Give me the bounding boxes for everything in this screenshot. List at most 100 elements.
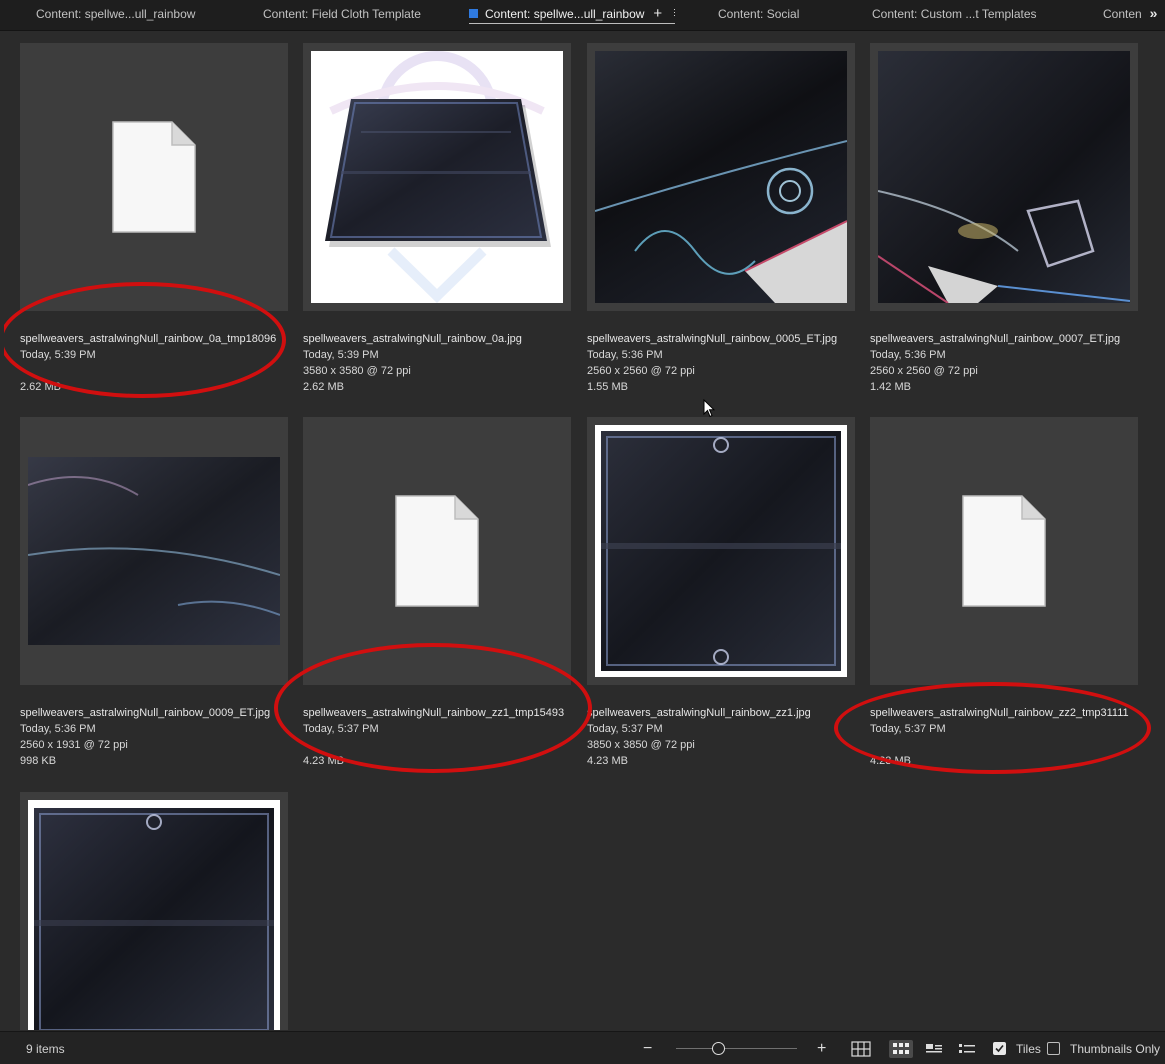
asset-filesize: 1.55 MB [587, 381, 628, 393]
asset-tile[interactable]: spellweavers_astralwingNull_rainbow_0a.j… [303, 43, 571, 403]
rug-texture-graphic [28, 457, 280, 645]
asset-filesize: 4.23 MB [303, 755, 344, 767]
asset-metadata: spellweavers_astralwingNull_rainbow_0005… [587, 331, 877, 395]
asset-thumbnail[interactable] [303, 43, 571, 311]
asset-tile[interactable] [20, 792, 288, 1030]
asset-tile[interactable]: spellweavers_astralwingNull_rainbow_zz1_… [303, 417, 571, 777]
asset-tile[interactable]: spellweavers_astralwingNull_rainbow_0005… [587, 43, 855, 403]
asset-date: Today, 5:37 PM [870, 723, 946, 735]
asset-filesize: 1.42 MB [870, 381, 911, 393]
tiles-label: Tiles [1016, 1042, 1041, 1056]
grid-view-button[interactable] [889, 1040, 913, 1058]
asset-dimensions [870, 737, 1160, 753]
asset-date: Today, 5:37 PM [587, 723, 663, 735]
asset-filename: spellweavers_astralwingNull_rainbow_zz2_… [870, 707, 1129, 719]
rug-flat-portrait-image [28, 800, 280, 1030]
asset-date: Today, 5:39 PM [20, 349, 96, 361]
asset-filename: spellweavers_astralwingNull_rainbow_zz1.… [587, 707, 811, 719]
list-view-button[interactable] [955, 1040, 979, 1058]
zoom-slider-handle[interactable] [711, 1042, 725, 1055]
asset-thumbnail[interactable] [587, 417, 855, 685]
tab-content-field-cloth-template[interactable]: Content: Field Cloth Template [263, 0, 463, 28]
asset-dimensions: 2560 x 2560 @ 72 ppi [870, 365, 978, 377]
asset-filesize: 4.23 MB [587, 755, 628, 767]
rug-flat-square-image [595, 425, 847, 677]
asset-filename: spellweavers_astralwingNull_rainbow_0005… [587, 333, 838, 345]
asset-tile[interactable]: spellweavers_astralwingNull_rainbow_zz2_… [870, 417, 1138, 777]
rug-portrait-graphic [34, 808, 274, 1030]
asset-metadata: spellweavers_astralwingNull_rainbow_0a.j… [303, 331, 593, 395]
rug-texture-wide-image [28, 425, 280, 677]
asset-date: Today, 5:36 PM [587, 349, 663, 361]
asset-filename: spellweavers_astralwingNull_rainbow_0007… [870, 333, 1121, 345]
asset-metadata: spellweavers_astralwingNull_rainbow_zz2_… [870, 705, 1160, 769]
tab-label: Content: Social [718, 7, 800, 21]
file-icon [112, 121, 196, 233]
asset-filename: spellweavers_astralwingNull_rainbow_0009… [20, 707, 271, 719]
rug-flat-graphic [601, 431, 841, 671]
asset-metadata: spellweavers_astralwingNull_rainbow_zz1.… [587, 705, 877, 769]
asset-filesize: 2.62 MB [20, 381, 61, 393]
thumbnails-only-label: Thumbnails Only [1070, 1042, 1161, 1056]
tab-label: Content: spellwe...ull_rainbow [485, 7, 645, 21]
rug-fold-graphic [595, 51, 847, 303]
detail-view-button[interactable] [922, 1040, 946, 1058]
asset-tile[interactable]: spellweavers_astralwingNull_rainbow_0007… [870, 43, 1138, 403]
tab-bar: Content: spellwe...ull_rainbow Content: … [0, 0, 1165, 31]
tab-content-custom-templates[interactable]: Content: Custom ...t Templates [872, 0, 1072, 28]
rug-render-graphic [325, 51, 551, 303]
asset-date: Today, 5:37 PM [303, 723, 379, 735]
asset-thumbnail[interactable] [303, 417, 571, 685]
asset-filesize: 2.62 MB [303, 381, 344, 393]
tiles-checkbox[interactable] [993, 1042, 1006, 1055]
asset-date: Today, 5:36 PM [20, 723, 96, 735]
asset-thumbnail[interactable] [20, 43, 288, 311]
asset-dimensions [303, 737, 593, 753]
active-tab-underline [469, 23, 675, 24]
asset-metadata: spellweavers_astralwingNull_rainbow_zz1_… [303, 705, 593, 769]
list-view-icon [959, 1044, 975, 1053]
asset-filename: spellweavers_astralwingNull_rainbow_0a_t… [20, 333, 277, 345]
asset-dimensions: 2560 x 1931 @ 72 ppi [20, 739, 128, 751]
file-icon [395, 495, 479, 607]
tab-overflow-icon[interactable]: » [1142, 0, 1165, 28]
asset-thumbnail[interactable] [587, 43, 855, 311]
asset-metadata: spellweavers_astralwingNull_rainbow_0009… [20, 705, 310, 769]
zoom-slider-track[interactable] [676, 1048, 797, 1049]
asset-thumbnail[interactable] [20, 792, 288, 1030]
asset-tile[interactable]: spellweavers_astralwingNull_rainbow_0009… [20, 417, 288, 777]
rug-fold-closeup-image [595, 51, 847, 303]
asset-metadata: spellweavers_astralwingNull_rainbow_0a_t… [20, 331, 310, 395]
asset-tile[interactable]: spellweavers_astralwingNull_rainbow_zz1.… [587, 417, 855, 777]
item-count: 9 items [26, 1042, 65, 1056]
asset-dimensions: 3850 x 3850 @ 72 ppi [587, 739, 695, 751]
tab-content-social[interactable]: Content: Social [718, 0, 838, 28]
asset-thumbnail[interactable] [870, 43, 1138, 311]
content-panel-window: Content: spellwe...ull_rainbow Content: … [0, 0, 1165, 1064]
zoom-in-button[interactable]: + [817, 1038, 826, 1060]
tab-label: Content: spellwe...ull_rainbow [36, 7, 196, 21]
rug-corner-closeup-image [878, 51, 1130, 303]
tab-content-spellweavers-1[interactable]: Content: spellwe...ull_rainbow [36, 0, 236, 28]
tab-content-truncated[interactable]: Content [1103, 0, 1141, 28]
asset-filesize: 998 KB [20, 755, 57, 767]
grid-view-large-button[interactable] [849, 1040, 873, 1058]
thumbnails-only-checkbox[interactable] [1047, 1042, 1060, 1055]
tab-label: Content: Custom ...t Templates [872, 7, 1037, 21]
tab-menu-icon[interactable] [674, 7, 675, 18]
content-grid: spellweavers_astralwingNull_rainbow_0a_t… [4, 31, 1161, 1030]
asset-dimensions: 3580 x 3580 @ 72 ppi [303, 365, 411, 377]
asset-filesize: 4.23 MB [870, 755, 911, 767]
asset-thumbnail[interactable] [870, 417, 1138, 685]
asset-thumbnail[interactable] [20, 417, 288, 685]
tab-color-swatch [469, 9, 478, 18]
rug-render-white-image [311, 51, 563, 303]
asset-filename: spellweavers_astralwingNull_rainbow_0a.j… [303, 333, 522, 345]
asset-tile[interactable]: spellweavers_astralwingNull_rainbow_0a_t… [20, 43, 288, 403]
file-icon [962, 495, 1046, 607]
tab-content-spellweavers-active[interactable]: Content: spellwe...ull_rainbow + [469, 0, 675, 28]
status-bar: 9 items − + Tiles Thumbnails Only [0, 1031, 1165, 1064]
zoom-out-button[interactable]: − [643, 1038, 652, 1060]
tab-label: Content: Field Cloth Template [263, 7, 421, 21]
asset-date: Today, 5:39 PM [303, 349, 379, 361]
